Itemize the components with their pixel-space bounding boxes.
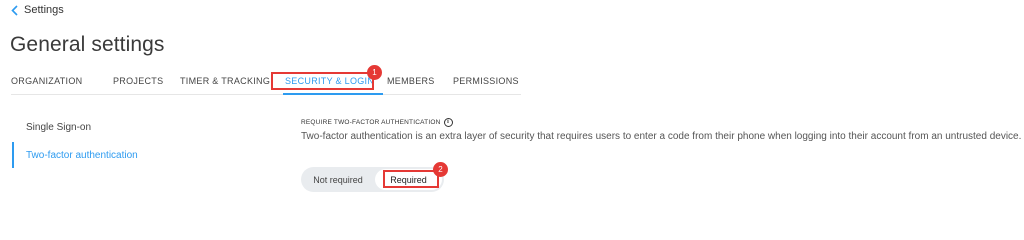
section-label: REQUIRE TWO-FACTOR AUTHENTICATION i (301, 118, 453, 127)
annotation-badge-2: 2 (433, 162, 448, 177)
tab-permissions[interactable]: PERMISSIONS (453, 76, 519, 86)
highlight-box-required (383, 170, 439, 188)
sidebar-item-two-factor[interactable]: Two-factor authentication (26, 150, 138, 161)
info-icon[interactable]: i (443, 118, 453, 127)
section-description: Two-factor authentication is an extra la… (301, 131, 1022, 142)
tab-members[interactable]: MEMBERS (387, 76, 435, 86)
back-link[interactable]: Settings (11, 3, 64, 17)
active-tab-indicator (283, 93, 383, 95)
sidebar-active-indicator (12, 142, 14, 168)
highlight-box-tab (271, 72, 374, 90)
tab-bar: ORGANIZATION PROJECTS TIMER & TRACKING S… (11, 70, 521, 95)
tab-organization[interactable]: ORGANIZATION (11, 76, 82, 86)
tab-timer-tracking[interactable]: TIMER & TRACKING (180, 76, 270, 86)
annotation-badge-1: 1 (367, 65, 382, 80)
sidebar-item-single-sign-on[interactable]: Single Sign-on (26, 122, 91, 133)
back-link-label: Settings (24, 4, 64, 16)
chevron-left-icon (11, 4, 18, 16)
tab-projects[interactable]: PROJECTS (113, 76, 163, 86)
section-label-text: REQUIRE TWO-FACTOR AUTHENTICATION (301, 119, 441, 126)
page-title: General settings (10, 33, 165, 56)
toggle-option-not-required[interactable]: Not required (301, 167, 375, 192)
